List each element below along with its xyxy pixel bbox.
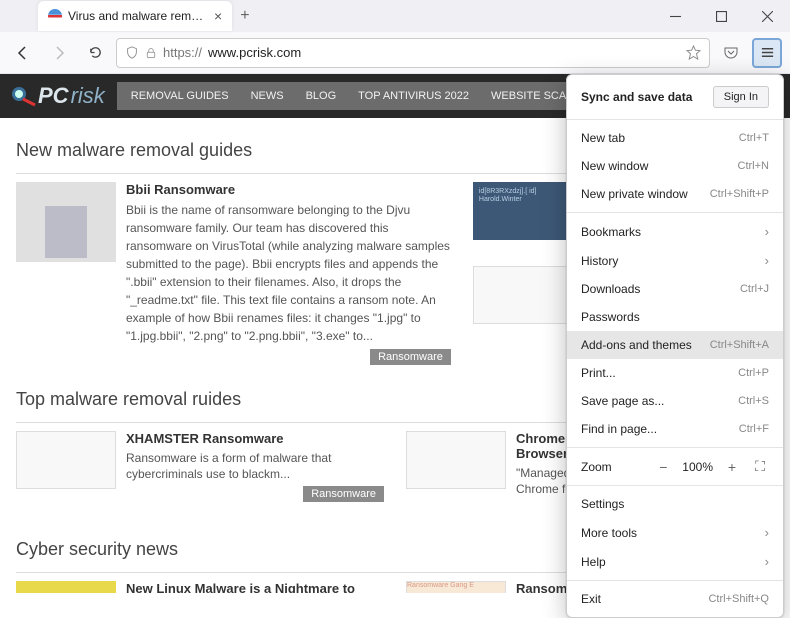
window-controls (652, 0, 790, 32)
menu-new-private-window[interactable]: New private windowCtrl+Shift+P (567, 180, 783, 208)
browser-toolbar: https:// www.pcrisk.com (0, 32, 790, 74)
menu-sync-row[interactable]: Sync and save data Sign In (567, 79, 783, 115)
menu-settings[interactable]: Settings (567, 490, 783, 518)
tab-title: Virus and malware removal ins (68, 9, 208, 23)
article-title: Bbii Ransomware (126, 182, 451, 197)
url-prefix: https:// (163, 45, 202, 60)
menu-history[interactable]: History› (567, 246, 783, 275)
nav-item[interactable]: REMOVAL GUIDES (131, 90, 229, 102)
menu-passwords[interactable]: Passwords (567, 303, 783, 331)
article-thumbnail (16, 182, 116, 262)
forward-button[interactable] (44, 38, 74, 68)
category-badge: Ransomware (370, 349, 451, 365)
zoom-in-button[interactable]: + (723, 459, 741, 475)
url-bar[interactable]: https:// www.pcrisk.com (116, 38, 710, 68)
article-card[interactable]: XHAMSTER Ransomware Ransomware is a form… (16, 431, 384, 502)
article-thumbnail: id[8R3RXzdzj].[ id] Harold.Winter (473, 182, 573, 240)
menu-bookmarks[interactable]: Bookmarks› (567, 217, 783, 246)
menu-save-page[interactable]: Save page as...Ctrl+S (567, 387, 783, 415)
nav-item[interactable]: BLOG (306, 90, 337, 102)
back-button[interactable] (8, 38, 38, 68)
menu-help[interactable]: Help› (567, 547, 783, 576)
tab-close-icon[interactable]: × (214, 8, 222, 24)
reload-button[interactable] (80, 38, 110, 68)
app-menu-panel: Sync and save data Sign In New tabCtrl+T… (566, 74, 784, 618)
app-menu-button[interactable] (752, 38, 782, 68)
article-excerpt: Ransomware is a form of malware that cyb… (126, 450, 384, 482)
menu-find[interactable]: Find in page...Ctrl+F (567, 415, 783, 443)
bookmark-star-icon[interactable] (686, 45, 701, 60)
menu-downloads[interactable]: DownloadsCtrl+J (567, 275, 783, 303)
category-badge: Ransomware (303, 486, 384, 502)
chevron-right-icon: › (765, 253, 769, 268)
browser-tab[interactable]: Virus and malware removal ins × (38, 1, 232, 31)
article-thumbnail (16, 431, 116, 489)
article-thumbnail (473, 266, 573, 324)
article-title: XHAMSTER Ransomware (126, 431, 384, 446)
menu-new-window[interactable]: New windowCtrl+N (567, 152, 783, 180)
pocket-button[interactable] (716, 38, 746, 68)
zoom-out-button[interactable]: − (654, 459, 672, 475)
window-titlebar: Virus and malware removal ins × + (0, 0, 790, 32)
menu-addons-themes[interactable]: Add-ons and themesCtrl+Shift+A (567, 331, 783, 359)
logo-icon (10, 85, 38, 107)
chevron-right-icon: › (765, 554, 769, 569)
article-thumbnail: Ransomware Gang E (406, 581, 506, 593)
maximize-button[interactable] (698, 0, 744, 32)
zoom-level: 100% (682, 460, 713, 474)
article-excerpt: Bbii is the name of ransomware belonging… (126, 203, 450, 343)
article-card[interactable]: New Linux Malware New Linux Malware is a… (16, 581, 384, 593)
menu-more-tools[interactable]: More tools› (567, 518, 783, 547)
menu-print[interactable]: Print...Ctrl+P (567, 359, 783, 387)
article-thumbnail (406, 431, 506, 489)
menu-zoom-row: Zoom − 100% + ⛶ (567, 452, 783, 481)
minimize-button[interactable] (652, 0, 698, 32)
nav-item[interactable]: NEWS (251, 90, 284, 102)
menu-new-tab[interactable]: New tabCtrl+T (567, 124, 783, 152)
new-tab-button[interactable]: + (240, 7, 249, 25)
article-card[interactable]: Bbii Ransomware Bbii is the name of rans… (16, 182, 451, 345)
favicon-icon (48, 9, 62, 23)
article-thumbnail: New Linux Malware (16, 581, 116, 593)
site-nav: REMOVAL GUIDES NEWS BLOG TOP ANTIVIRUS 2… (117, 82, 612, 110)
nav-item[interactable]: TOP ANTIVIRUS 2022 (358, 90, 469, 102)
signin-button[interactable]: Sign In (713, 86, 769, 108)
chevron-right-icon: › (765, 224, 769, 239)
menu-exit[interactable]: ExitCtrl+Shift+Q (567, 585, 783, 613)
lock-icon (145, 47, 157, 59)
fullscreen-button[interactable]: ⛶ (751, 458, 769, 475)
shield-icon (125, 46, 139, 60)
site-logo[interactable]: PCrisk (38, 83, 105, 109)
url-host: www.pcrisk.com (208, 45, 301, 60)
chevron-right-icon: › (765, 525, 769, 540)
article-title: New Linux Malware is a Nightmare to Dete… (126, 581, 384, 593)
close-button[interactable] (744, 0, 790, 32)
